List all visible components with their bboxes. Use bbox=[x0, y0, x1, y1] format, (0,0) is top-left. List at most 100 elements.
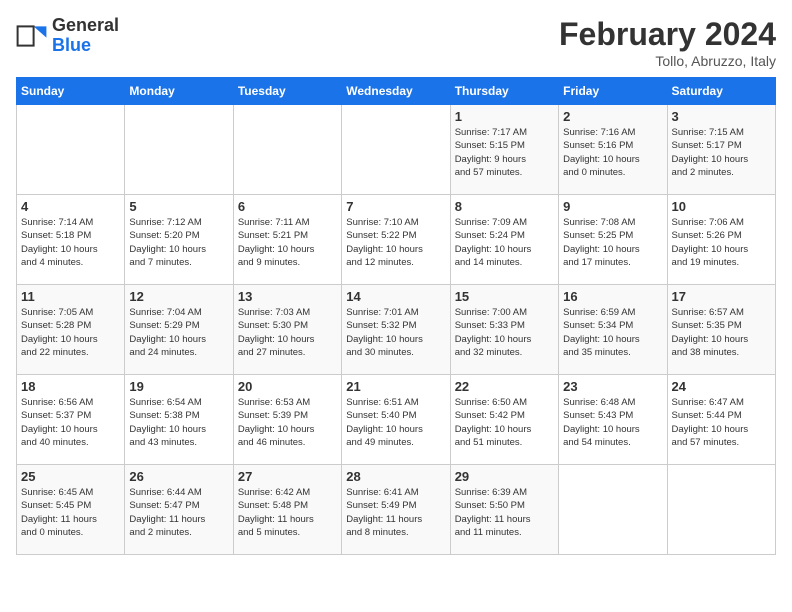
day-info: Sunrise: 7:16 AM Sunset: 5:16 PM Dayligh… bbox=[563, 126, 662, 179]
day-number: 22 bbox=[455, 379, 554, 394]
day-info: Sunrise: 7:14 AM Sunset: 5:18 PM Dayligh… bbox=[21, 216, 120, 269]
calendar-cell: 26Sunrise: 6:44 AM Sunset: 5:47 PM Dayli… bbox=[125, 465, 233, 555]
day-info: Sunrise: 7:04 AM Sunset: 5:29 PM Dayligh… bbox=[129, 306, 228, 359]
day-info: Sunrise: 7:08 AM Sunset: 5:25 PM Dayligh… bbox=[563, 216, 662, 269]
calendar-cell: 21 Sunrise: 6:51 AM Sunset: 5:40 PM Dayli… bbox=[342, 375, 450, 465]
calendar-week-row: 25 Sunrise: 6:45 AM Sunset: 5:45 PM Dayli… bbox=[17, 465, 776, 555]
calendar-cell: 27 Sunrise: 6:42 AM Sunset: 5:48 PM Dayli… bbox=[233, 465, 341, 555]
calendar-cell: 3 Sunrise: 7:15 AM Sunset: 5:17 PM Daylig… bbox=[667, 105, 775, 195]
logo: General Blue bbox=[16, 16, 119, 56]
day-number: 19 bbox=[129, 379, 228, 394]
calendar-cell: 12 Sunrise: 7:04 AM Sunset: 5:29 PM Dayli… bbox=[125, 285, 233, 375]
calendar-cell: 8Sunrise: 7:09 AM Sunset: 5:24 PM Daylig… bbox=[450, 195, 558, 285]
day-info: Sunrise: 7:17 AM Sunset: 5:15 PM Dayligh… bbox=[455, 126, 554, 179]
day-number: 8 bbox=[455, 199, 554, 214]
calendar-table: SundayMondayTuesdayWednesdayThursdayFrid… bbox=[16, 77, 776, 555]
day-number: 12 bbox=[129, 289, 228, 304]
logo-blue-text: Blue bbox=[52, 35, 91, 55]
calendar-week-row: 18 Sunrise: 6:56 AM Sunset: 5:37 PM Dayli… bbox=[17, 375, 776, 465]
location-subtitle: Tollo, Abruzzo, Italy bbox=[559, 53, 776, 69]
day-number: 17 bbox=[672, 289, 771, 304]
day-number: 9 bbox=[563, 199, 662, 214]
calendar-cell bbox=[125, 105, 233, 195]
day-number: 1 bbox=[455, 109, 554, 124]
calendar-cell bbox=[17, 105, 125, 195]
day-info: Sunrise: 6:42 AM Sunset: 5:48 PM Dayligh… bbox=[238, 486, 337, 539]
day-info: Sunrise: 6:41 AM Sunset: 5:49 PM Dayligh… bbox=[346, 486, 445, 539]
day-info: Sunrise: 6:54 AM Sunset: 5:38 PM Dayligh… bbox=[129, 396, 228, 449]
day-info: Sunrise: 7:00 AM Sunset: 5:33 PM Dayligh… bbox=[455, 306, 554, 359]
weekday-header-monday: Monday bbox=[125, 78, 233, 105]
calendar-cell: 19 Sunrise: 6:54 AM Sunset: 5:38 PM Dayli… bbox=[125, 375, 233, 465]
day-info: Sunrise: 7:11 AM Sunset: 5:21 PM Dayligh… bbox=[238, 216, 337, 269]
day-number: 20 bbox=[238, 379, 337, 394]
logo-general-text: General bbox=[52, 15, 119, 35]
calendar-cell: 6 Sunrise: 7:11 AM Sunset: 5:21 PM Daylig… bbox=[233, 195, 341, 285]
day-info: Sunrise: 6:56 AM Sunset: 5:37 PM Dayligh… bbox=[21, 396, 120, 449]
calendar-cell: 4 Sunrise: 7:14 AM Sunset: 5:18 PM Daylig… bbox=[17, 195, 125, 285]
calendar-cell: 29Sunrise: 6:39 AM Sunset: 5:50 PM Dayli… bbox=[450, 465, 558, 555]
day-number: 11 bbox=[21, 289, 120, 304]
day-number: 5 bbox=[129, 199, 228, 214]
calendar-week-row: 1 Sunrise: 7:17 AM Sunset: 5:15 PM Daylig… bbox=[17, 105, 776, 195]
day-number: 23 bbox=[563, 379, 662, 394]
day-info: Sunrise: 6:51 AM Sunset: 5:40 PM Dayligh… bbox=[346, 396, 445, 449]
day-number: 7 bbox=[346, 199, 445, 214]
calendar-cell: 13 Sunrise: 7:03 AM Sunset: 5:30 PM Dayli… bbox=[233, 285, 341, 375]
calendar-week-row: 4 Sunrise: 7:14 AM Sunset: 5:18 PM Daylig… bbox=[17, 195, 776, 285]
calendar-cell: 15Sunrise: 7:00 AM Sunset: 5:33 PM Dayli… bbox=[450, 285, 558, 375]
day-info: Sunrise: 7:05 AM Sunset: 5:28 PM Dayligh… bbox=[21, 306, 120, 359]
day-number: 2 bbox=[563, 109, 662, 124]
calendar-cell: 16 Sunrise: 6:59 AM Sunset: 5:34 PM Dayli… bbox=[559, 285, 667, 375]
calendar-cell: 2 Sunrise: 7:16 AM Sunset: 5:16 PM Daylig… bbox=[559, 105, 667, 195]
day-number: 3 bbox=[672, 109, 771, 124]
calendar-cell bbox=[559, 465, 667, 555]
day-info: Sunrise: 7:01 AM Sunset: 5:32 PM Dayligh… bbox=[346, 306, 445, 359]
day-info: Sunrise: 6:59 AM Sunset: 5:34 PM Dayligh… bbox=[563, 306, 662, 359]
day-number: 27 bbox=[238, 469, 337, 484]
calendar-cell: 25 Sunrise: 6:45 AM Sunset: 5:45 PM Dayli… bbox=[17, 465, 125, 555]
day-info: Sunrise: 6:48 AM Sunset: 5:43 PM Dayligh… bbox=[563, 396, 662, 449]
calendar-cell: 20 Sunrise: 6:53 AM Sunset: 5:39 PM Dayli… bbox=[233, 375, 341, 465]
day-info: Sunrise: 6:57 AM Sunset: 5:35 PM Dayligh… bbox=[672, 306, 771, 359]
weekday-header-tuesday: Tuesday bbox=[233, 78, 341, 105]
day-info: Sunrise: 7:15 AM Sunset: 5:17 PM Dayligh… bbox=[672, 126, 771, 179]
day-info: Sunrise: 6:53 AM Sunset: 5:39 PM Dayligh… bbox=[238, 396, 337, 449]
day-info: Sunrise: 7:12 AM Sunset: 5:20 PM Dayligh… bbox=[129, 216, 228, 269]
calendar-cell: 7 Sunrise: 7:10 AM Sunset: 5:22 PM Daylig… bbox=[342, 195, 450, 285]
day-number: 4 bbox=[21, 199, 120, 214]
calendar-cell: 11 Sunrise: 7:05 AM Sunset: 5:28 PM Dayli… bbox=[17, 285, 125, 375]
day-number: 16 bbox=[563, 289, 662, 304]
weekday-header-sunday: Sunday bbox=[17, 78, 125, 105]
weekday-header-wednesday: Wednesday bbox=[342, 78, 450, 105]
page-header: General Blue February 2024 Tollo, Abruzz… bbox=[16, 16, 776, 69]
calendar-cell: 14 Sunrise: 7:01 AM Sunset: 5:32 PM Dayli… bbox=[342, 285, 450, 375]
day-info: Sunrise: 7:06 AM Sunset: 5:26 PM Dayligh… bbox=[672, 216, 771, 269]
calendar-cell bbox=[342, 105, 450, 195]
calendar-cell: 28Sunrise: 6:41 AM Sunset: 5:49 PM Dayli… bbox=[342, 465, 450, 555]
day-info: Sunrise: 6:50 AM Sunset: 5:42 PM Dayligh… bbox=[455, 396, 554, 449]
day-number: 14 bbox=[346, 289, 445, 304]
day-info: Sunrise: 6:39 AM Sunset: 5:50 PM Dayligh… bbox=[455, 486, 554, 539]
calendar-cell bbox=[233, 105, 341, 195]
day-info: Sunrise: 7:03 AM Sunset: 5:30 PM Dayligh… bbox=[238, 306, 337, 359]
day-number: 24 bbox=[672, 379, 771, 394]
day-number: 21 bbox=[346, 379, 445, 394]
weekday-header-saturday: Saturday bbox=[667, 78, 775, 105]
calendar-cell: 24 Sunrise: 6:47 AM Sunset: 5:44 PM Dayli… bbox=[667, 375, 775, 465]
day-number: 6 bbox=[238, 199, 337, 214]
day-number: 13 bbox=[238, 289, 337, 304]
day-info: Sunrise: 6:47 AM Sunset: 5:44 PM Dayligh… bbox=[672, 396, 771, 449]
calendar-cell: 9 Sunrise: 7:08 AM Sunset: 5:25 PM Daylig… bbox=[559, 195, 667, 285]
day-info: Sunrise: 6:45 AM Sunset: 5:45 PM Dayligh… bbox=[21, 486, 120, 539]
day-info: Sunrise: 7:10 AM Sunset: 5:22 PM Dayligh… bbox=[346, 216, 445, 269]
day-number: 25 bbox=[21, 469, 120, 484]
month-title: February 2024 bbox=[559, 16, 776, 53]
calendar-cell: 23 Sunrise: 6:48 AM Sunset: 5:43 PM Dayli… bbox=[559, 375, 667, 465]
weekday-header-thursday: Thursday bbox=[450, 78, 558, 105]
logo-icon bbox=[16, 20, 48, 52]
day-number: 10 bbox=[672, 199, 771, 214]
day-number: 18 bbox=[21, 379, 120, 394]
calendar-cell: 18 Sunrise: 6:56 AM Sunset: 5:37 PM Dayli… bbox=[17, 375, 125, 465]
calendar-cell: 17 Sunrise: 6:57 AM Sunset: 5:35 PM Dayli… bbox=[667, 285, 775, 375]
